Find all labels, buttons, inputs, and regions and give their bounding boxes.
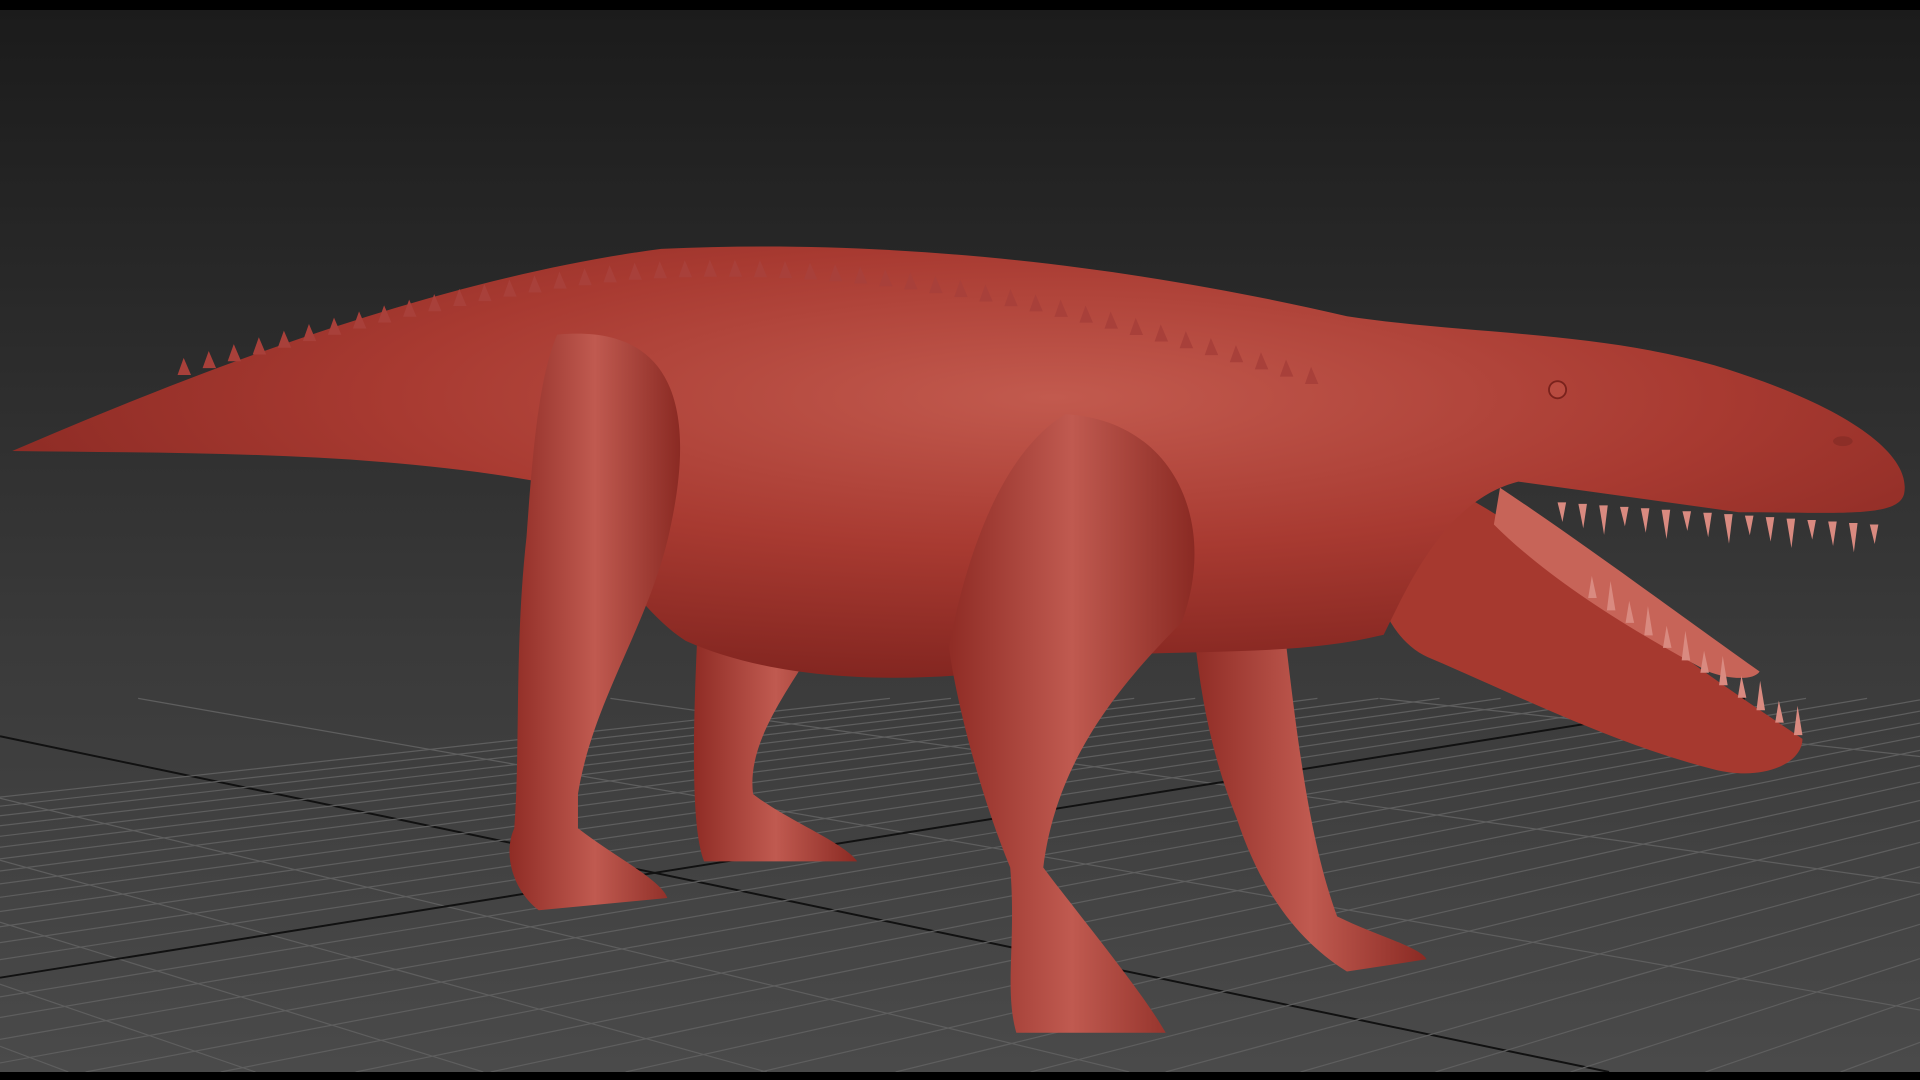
nostril — [1833, 436, 1853, 447]
top-border — [0, 0, 1920, 10]
bottom-border — [0, 1072, 1920, 1080]
viewport-canvas[interactable] — [0, 10, 1920, 1072]
3d-viewport[interactable] — [0, 10, 1920, 1072]
eye — [1548, 380, 1568, 400]
